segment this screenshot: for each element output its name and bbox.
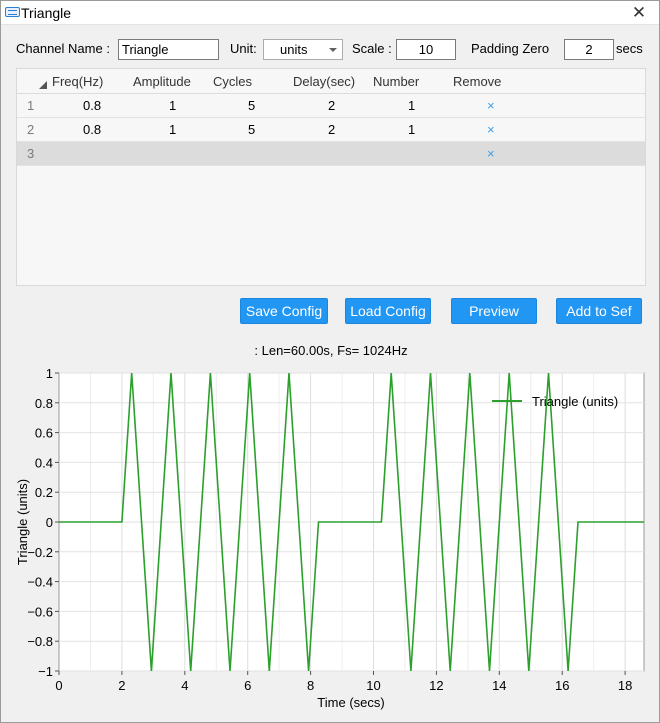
x-tick-label: 2: [118, 678, 125, 693]
y-tick-label: 1: [46, 366, 53, 381]
y-tick-label: −0.6: [27, 604, 53, 619]
y-tick-label: −0.4: [27, 575, 53, 590]
number-cell[interactable]: 1: [408, 98, 415, 113]
freq-cell[interactable]: 0.8: [83, 98, 101, 113]
table-row[interactable]: 1 0.8 1 5 2 1 ×: [17, 94, 645, 118]
y-tick-label: 0.2: [35, 485, 53, 500]
x-tick-label: 10: [366, 678, 380, 693]
legend-label: Triangle (units): [532, 394, 618, 409]
close-icon[interactable]: ✕: [629, 3, 649, 23]
chevron-down-icon: [329, 48, 337, 52]
sort-triangle-icon: [39, 81, 47, 89]
title-bar: Triangle ✕: [1, 1, 659, 25]
remove-x-icon[interactable]: ×: [487, 146, 495, 161]
unit-label: Unit:: [230, 41, 257, 56]
y-tick-label: 0.4: [35, 455, 53, 470]
unit-select[interactable]: units: [263, 39, 343, 60]
table-header: Freq(Hz) Amplitude Cycles Delay(sec) Num…: [17, 69, 645, 94]
y-axis-label: Triangle (units): [15, 479, 30, 565]
y-tick-label: −1: [38, 664, 53, 679]
x-tick-label: 0: [55, 678, 62, 693]
window-title: Triangle: [21, 5, 72, 21]
y-tick-label: 0.8: [35, 396, 53, 411]
x-axis-label: Time (secs): [317, 695, 384, 710]
padding-zero-input[interactable]: 2: [564, 39, 614, 60]
column-header-amplitude[interactable]: Amplitude: [133, 74, 191, 89]
preview-button[interactable]: Preview: [451, 298, 537, 324]
dialog-window: Triangle ✕ Channel Name : Triangle Unit:…: [0, 0, 660, 723]
table-row-new[interactable]: 3 ×: [17, 142, 645, 166]
y-tick-label: 0.6: [35, 426, 53, 441]
signal-plot[interactable]: 0 2 4 6 8 10 12 14 16 18 −1 −0.8 −0.6 −0.4 −0.2 0 0.2 0.4…: [1, 359, 660, 719]
y-tick-label: −0.2: [27, 545, 53, 560]
add-to-sef-button[interactable]: Add to Sef: [556, 298, 642, 324]
row-number: 2: [27, 122, 35, 137]
row-number: 1: [27, 98, 35, 113]
scale-input[interactable]: 10: [396, 39, 456, 60]
scale-label: Scale :: [352, 41, 392, 56]
number-cell[interactable]: 1: [408, 122, 415, 137]
signal-table: Freq(Hz) Amplitude Cycles Delay(sec) Num…: [16, 68, 646, 286]
x-tick-label: 4: [181, 678, 188, 693]
x-tick-label: 18: [618, 678, 632, 693]
column-header-number[interactable]: Number: [373, 74, 419, 89]
x-tick-label: 6: [244, 678, 251, 693]
app-icon: [5, 7, 20, 17]
x-tick-label: 16: [555, 678, 569, 693]
column-header-freq[interactable]: Freq(Hz): [52, 74, 103, 89]
save-config-button[interactable]: Save Config: [240, 298, 328, 324]
cycles-cell[interactable]: 5: [248, 98, 255, 113]
x-tick-label: 12: [429, 678, 443, 693]
remove-x-icon[interactable]: ×: [487, 98, 495, 113]
y-tick-label: −0.8: [27, 634, 53, 649]
amplitude-cell[interactable]: 1: [169, 98, 176, 113]
freq-cell[interactable]: 0.8: [83, 122, 101, 137]
column-header-delay[interactable]: Delay(sec): [293, 74, 355, 89]
padding-unit-label: secs: [616, 41, 643, 56]
row-number: 3: [27, 146, 35, 161]
delay-cell[interactable]: 2: [328, 122, 335, 137]
cycles-cell[interactable]: 5: [248, 122, 255, 137]
channel-name-label: Channel Name :: [16, 41, 110, 56]
amplitude-cell[interactable]: 1: [169, 122, 176, 137]
channel-name-input[interactable]: Triangle: [118, 39, 219, 60]
x-tick-label: 8: [307, 678, 314, 693]
delay-cell[interactable]: 2: [328, 98, 335, 113]
y-tick-label: 0: [46, 515, 53, 530]
load-config-button[interactable]: Load Config: [345, 298, 431, 324]
column-header-cycles[interactable]: Cycles: [213, 74, 252, 89]
x-tick-label: 14: [492, 678, 506, 693]
unit-select-value: units: [280, 42, 308, 57]
table-row[interactable]: 2 0.8 1 5 2 1 ×: [17, 118, 645, 142]
plot-info-text: : Len=60.00s, Fs= 1024Hz: [254, 343, 408, 358]
column-header-remove[interactable]: Remove: [453, 74, 501, 89]
padding-zero-label: Padding Zero: [471, 41, 550, 56]
remove-x-icon[interactable]: ×: [487, 122, 495, 137]
